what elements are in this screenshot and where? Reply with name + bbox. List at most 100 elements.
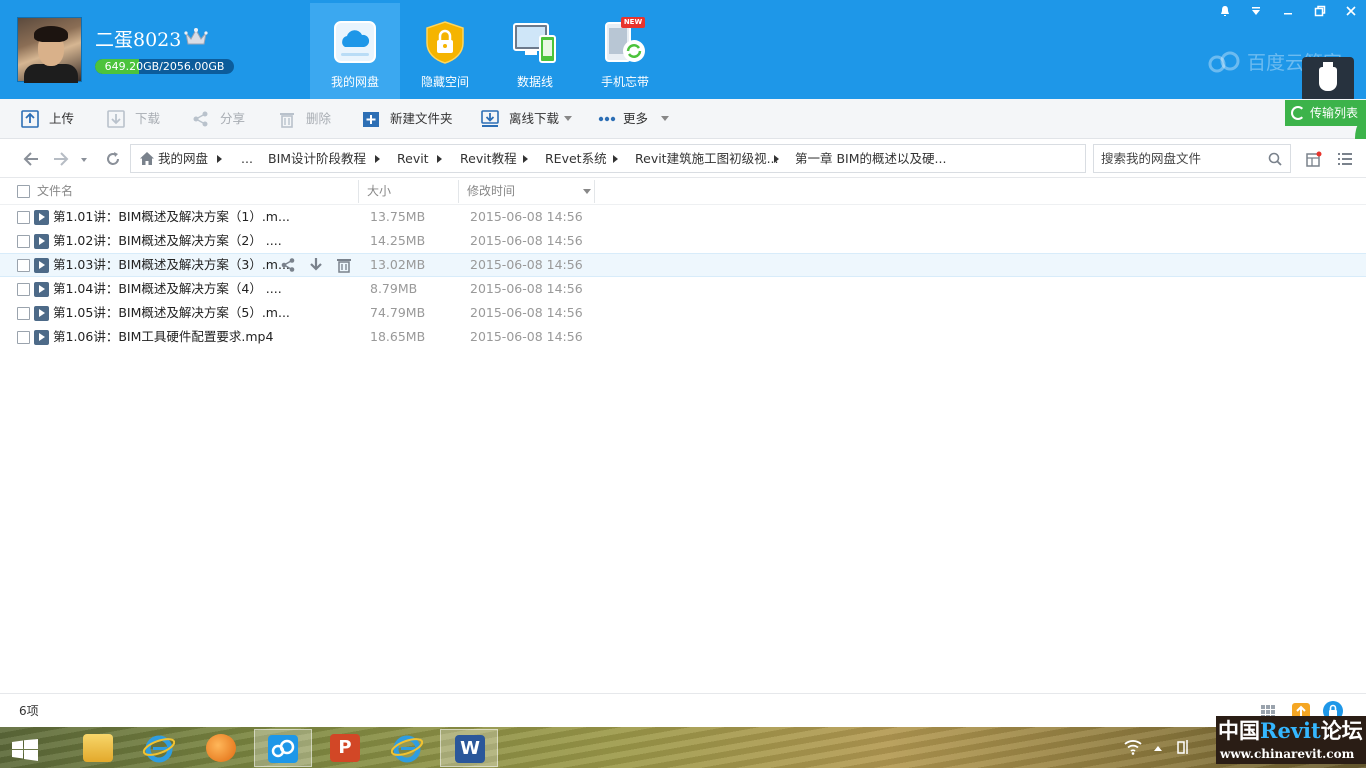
internet-explorer-icon [143, 735, 175, 763]
taskbar-baidu-cloud[interactable] [254, 729, 312, 767]
row-checkbox[interactable] [17, 259, 30, 272]
select-all-checkbox[interactable] [17, 185, 30, 198]
breadcrumb-item[interactable]: 第一章 BIM的概述以及硬... [795, 145, 946, 172]
home-icon[interactable] [139, 151, 155, 166]
transfer-progress-icon [1291, 106, 1305, 120]
row-checkbox[interactable] [17, 211, 30, 224]
history-dropdown-icon[interactable] [78, 150, 90, 168]
new-folder-button[interactable]: 新建文件夹 [362, 99, 457, 139]
row-checkbox[interactable] [17, 235, 30, 248]
file-name[interactable]: 第1.03讲：BIM概述及解决方案（3）.m... [53, 254, 290, 276]
start-button[interactable] [0, 729, 50, 767]
breadcrumb-item[interactable]: Revit [397, 145, 429, 172]
devices-icon [513, 23, 556, 63]
tab-data-cable[interactable]: 数据线 [490, 3, 580, 99]
file-size: 74.79MB [370, 305, 426, 320]
tab-phone-forgot[interactable]: NEW 手机忘带 [580, 3, 670, 99]
column-header-modified[interactable]: 修改时间 [467, 178, 515, 205]
offline-download-button[interactable]: 离线下载 [481, 99, 576, 139]
power-plug-icon[interactable] [1174, 739, 1192, 755]
search-icon[interactable] [1268, 152, 1282, 166]
storage-quota-bar: 649.20GB/2056.00GB [95, 59, 234, 74]
column-divider[interactable] [458, 180, 459, 203]
breadcrumb-item[interactable]: BIM设计阶段教程 [268, 145, 366, 172]
taskbar-ie[interactable] [130, 729, 188, 767]
thumbnail-view-icon[interactable] [1306, 151, 1322, 167]
file-row[interactable]: 第1.04讲：BIM概述及解决方案（4） .... 8.79MB 2015-06… [0, 277, 1366, 301]
taskbar-file-explorer[interactable] [69, 729, 127, 767]
video-file-icon [34, 330, 49, 345]
delete-button[interactable]: 删除 [278, 99, 338, 139]
search-input[interactable]: 搜索我的网盘文件 [1093, 144, 1291, 173]
file-row[interactable]: 第1.02讲：BIM概述及解决方案（2） .... 14.25MB 2015-0… [0, 229, 1366, 253]
column-divider[interactable] [358, 180, 359, 203]
folder-icon [83, 734, 113, 762]
forward-arrow-icon[interactable] [52, 150, 70, 168]
back-arrow-icon[interactable] [22, 150, 40, 168]
notification-bell-icon[interactable] [1210, 0, 1240, 22]
tab-my-netdisk[interactable]: 我的网盘 [310, 3, 400, 99]
download-button[interactable]: 下载 [107, 99, 167, 139]
row-checkbox[interactable] [17, 307, 30, 320]
file-row[interactable]: 第1.01讲：BIM概述及解决方案（1）.m... 13.75MB 2015-0… [0, 205, 1366, 229]
new-folder-icon [363, 112, 379, 127]
breadcrumb-item[interactable]: Revit教程 [460, 145, 517, 172]
transfer-list-button[interactable]: 传输列表 [1285, 100, 1366, 126]
file-modified: 2015-06-08 14:56 [470, 305, 583, 320]
user-name[interactable]: 二蛋8023 [95, 25, 181, 52]
sort-desc-icon[interactable] [583, 189, 591, 194]
usb-icon [1319, 62, 1337, 91]
row-checkbox[interactable] [17, 331, 30, 344]
refresh-icon[interactable] [104, 150, 122, 168]
tab-label: 手机忘带 [600, 75, 649, 89]
row-delete-icon[interactable] [336, 257, 352, 273]
file-name[interactable]: 第1.05讲：BIM概述及解决方案（5）.m... [53, 301, 290, 325]
column-header-size[interactable]: 大小 [367, 178, 391, 205]
action-toolbar: 上传 下载 分享 删除 新建文件夹 离线下载 更多 [0, 99, 1366, 139]
file-row[interactable]: 第1.05讲：BIM概述及解决方案（5）.m... 74.79MB 2015-0… [0, 301, 1366, 325]
search-placeholder: 搜索我的网盘文件 [1101, 151, 1202, 166]
file-name[interactable]: 第1.01讲：BIM概述及解决方案（1）.m... [53, 205, 290, 229]
share-button[interactable]: 分享 [192, 99, 252, 139]
file-name[interactable]: 第1.02讲：BIM概述及解决方案（2） .... [53, 229, 282, 253]
tab-hidden-space[interactable]: 隐藏空间 [400, 3, 490, 99]
breadcrumb-item[interactable]: ... [241, 145, 253, 172]
breadcrumb-separator-icon [375, 155, 380, 163]
windows-logo-icon [12, 739, 38, 761]
taskbar-powerpoint[interactable]: P [316, 729, 374, 767]
more-dots-icon [598, 116, 616, 122]
breadcrumb-item[interactable]: REvet系统 [545, 145, 607, 172]
taskbar-word[interactable]: W [440, 729, 498, 767]
row-share-icon[interactable] [280, 257, 296, 273]
close-icon[interactable] [1336, 0, 1366, 22]
usb-device-widget[interactable] [1302, 57, 1354, 102]
baidu-cloud-logo-icon [1208, 51, 1240, 73]
restore-icon[interactable] [1305, 0, 1335, 22]
minimize-icon[interactable] [1273, 0, 1303, 22]
column-divider[interactable] [594, 180, 595, 203]
row-checkbox[interactable] [17, 283, 30, 296]
list-view-icon[interactable] [1337, 151, 1353, 167]
row-download-icon[interactable] [308, 257, 324, 273]
file-row[interactable]: 第1.03讲：BIM概述及解决方案（3）.m... 13.02MB 2015-0… [0, 253, 1366, 277]
word-icon: W [455, 735, 485, 763]
breadcrumb-item[interactable]: 我的网盘 [158, 145, 208, 172]
wifi-icon[interactable] [1124, 739, 1142, 755]
tray-expand-icon[interactable] [1153, 744, 1163, 752]
status-bar: 6项 [0, 693, 1366, 727]
navigation-bar: 我的网盘 ... BIM设计阶段教程 Revit Revit教程 REvet系统… [0, 139, 1366, 178]
upload-button[interactable]: 上传 [21, 99, 81, 139]
file-row[interactable]: 第1.06讲：BIM工具硬件配置要求.mp4 18.65MB 2015-06-0… [0, 325, 1366, 349]
taskbar-ie-2[interactable] [378, 729, 436, 767]
column-header-name[interactable]: 文件名 [37, 178, 73, 205]
taskbar-thunder[interactable] [192, 729, 250, 767]
file-name[interactable]: 第1.04讲：BIM概述及解决方案（4） .... [53, 277, 282, 301]
crown-icon [184, 28, 208, 45]
breadcrumb-separator-icon [774, 155, 779, 163]
breadcrumb-item[interactable]: Revit建筑施工图初级视... [635, 145, 779, 172]
more-button[interactable]: 更多 [598, 99, 673, 139]
menu-dropdown-icon[interactable] [1241, 0, 1271, 22]
user-avatar[interactable] [17, 17, 82, 83]
video-file-icon [34, 258, 49, 273]
file-name[interactable]: 第1.06讲：BIM工具硬件配置要求.mp4 [53, 325, 273, 349]
